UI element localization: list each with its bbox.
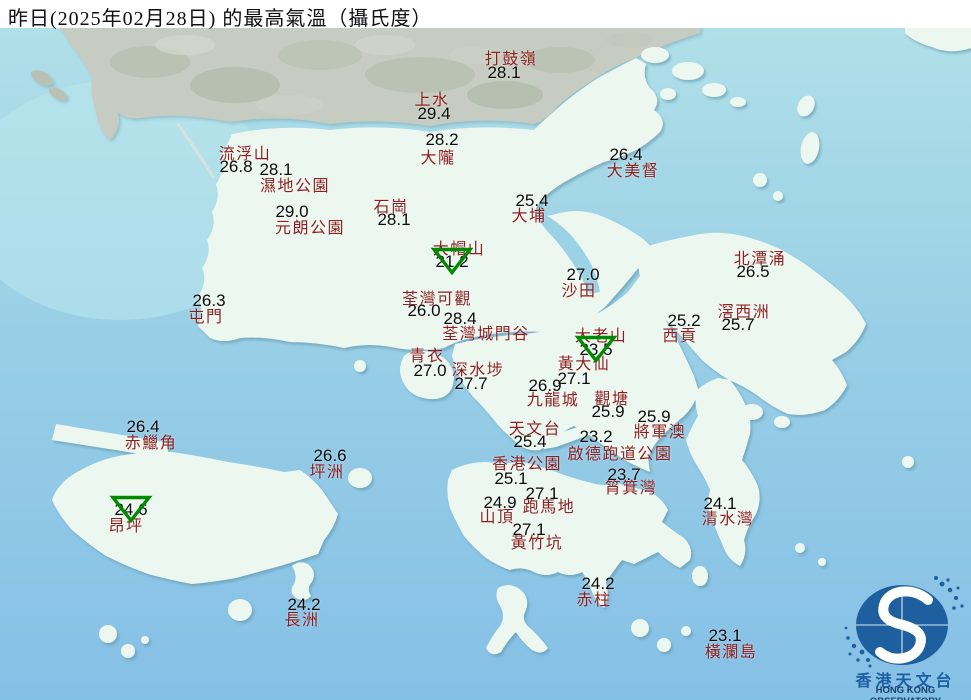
station-temperature-value: 27.1 (512, 520, 546, 539)
station-temperature-value: 29.0 (275, 202, 309, 221)
station-temperature-value: 29.4 (417, 104, 451, 123)
station-temperature-value: 24.6 (114, 500, 148, 519)
station-temperature-value: 28.1 (487, 63, 521, 82)
station-temperature-value: 23.7 (607, 465, 641, 484)
station-temperature-value: 26.4 (126, 417, 160, 436)
station-temperature-value: 27.0 (566, 265, 600, 284)
station-temperature-value: 26.5 (736, 262, 770, 281)
station-temperature-value: 21.2 (435, 252, 469, 271)
station-temperature-value: 27.0 (413, 361, 447, 380)
station-temperature-value: 25.4 (513, 432, 547, 451)
station-temperature-value: 28.1 (259, 160, 293, 179)
station-temperature-value: 27.7 (454, 374, 488, 393)
hko-logo-emblem (844, 576, 964, 668)
station-temperature-value: 24.9 (483, 493, 517, 512)
station-temperature-value: 26.9 (528, 376, 562, 395)
station-temperature-value: 28.1 (377, 210, 411, 229)
hko-logo-english-name: HONG KONG OBSERVATORY (870, 685, 941, 700)
station-temperature-value: 23.2 (579, 427, 613, 446)
station-temperature-value: 26.3 (192, 291, 226, 310)
station-temperature-value: 28.2 (425, 130, 459, 149)
station-temperature-value: 25.2 (667, 311, 701, 330)
station-temperature-value: 25.4 (515, 191, 549, 210)
station-temperature-value: 26.8 (219, 157, 253, 176)
weather-map-page: 昨日(2025年02月28日) 的最高氣溫（攝氏度） 打鼓嶺 28.1 上水 29.4… (0, 0, 971, 700)
station-temperature-value: 27.1 (525, 484, 559, 503)
station-temperature-value: 24.1 (703, 494, 737, 513)
station-temperature-value: 25.7 (721, 315, 755, 334)
station-temperature-value: 24.2 (287, 595, 321, 614)
station-temperature-value: 28.4 (443, 309, 477, 328)
station-temperature-value: 24.2 (581, 574, 615, 593)
hko-logo: 香港天文台 HONG KONG OBSERVATORY (840, 568, 971, 700)
station-temperature-value: 26.6 (313, 446, 347, 465)
station-temperature-value: 26.0 (407, 301, 441, 320)
station-temperature-value: 25.1 (494, 469, 528, 488)
station-temperature-value: 23.1 (708, 626, 742, 645)
station-temperature-value: 25.9 (591, 402, 625, 421)
station-temperature-value: 26.4 (609, 145, 643, 164)
station-labels-layer: 打鼓嶺 28.1 上水 29.4 大隴 28.2 流浮山 26.8 濕地公園 28.1 元朗公園 29… (0, 0, 971, 700)
station-temperature-value: 25.9 (637, 407, 671, 426)
